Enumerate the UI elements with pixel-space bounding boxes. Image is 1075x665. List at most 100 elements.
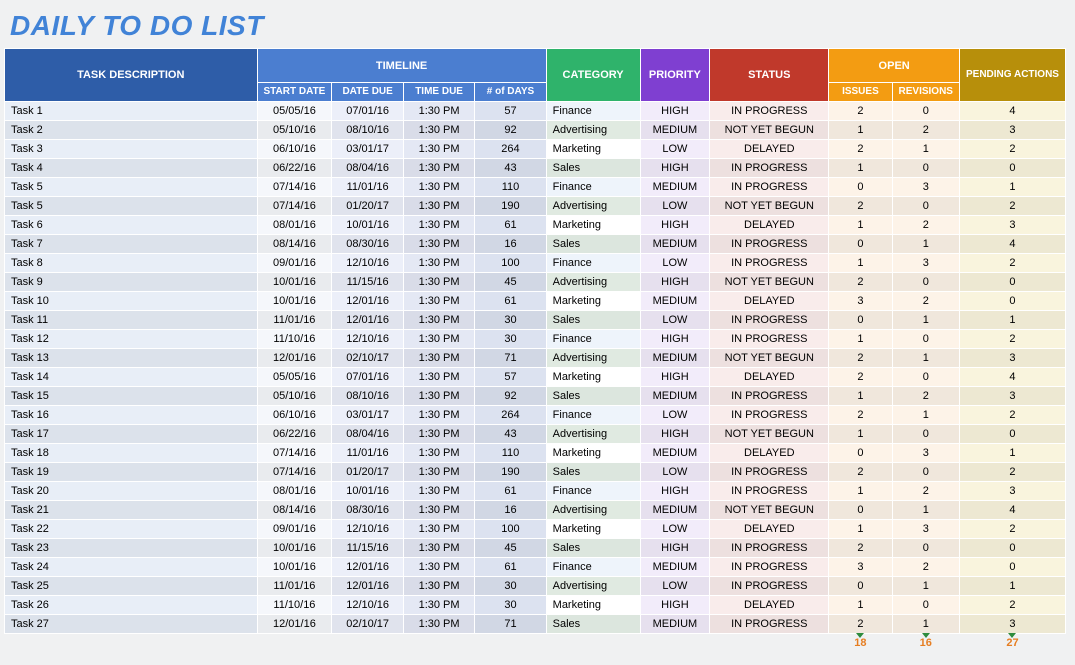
cell-pending[interactable]: 0 (959, 159, 1065, 178)
cell-priority[interactable]: MEDIUM (640, 387, 710, 406)
cell-description[interactable]: Task 14 (5, 368, 258, 387)
cell-category[interactable]: Marketing (546, 140, 640, 159)
cell-priority[interactable]: MEDIUM (640, 615, 710, 634)
cell-priority[interactable]: MEDIUM (640, 501, 710, 520)
col-header-num-days[interactable]: # of DAYS (475, 83, 546, 102)
cell-pending[interactable]: 0 (959, 558, 1065, 577)
cell-issues[interactable]: 0 (829, 577, 892, 596)
cell-revisions[interactable]: 0 (892, 425, 959, 444)
cell-status[interactable]: NOT YET BEGUN (710, 349, 829, 368)
cell-category[interactable]: Marketing (546, 292, 640, 311)
cell-num-days[interactable]: 100 (475, 254, 546, 273)
col-header-issues[interactable]: ISSUES (829, 83, 892, 102)
cell-num-days[interactable]: 92 (475, 387, 546, 406)
cell-time-due[interactable]: 1:30 PM (403, 425, 474, 444)
cell-date-due[interactable]: 08/10/16 (332, 387, 404, 406)
cell-pending[interactable]: 3 (959, 387, 1065, 406)
cell-start-date[interactable]: 07/14/16 (257, 197, 332, 216)
cell-category[interactable]: Marketing (546, 368, 640, 387)
cell-category[interactable]: Advertising (546, 577, 640, 596)
cell-issues[interactable]: 2 (829, 273, 892, 292)
cell-time-due[interactable]: 1:30 PM (403, 292, 474, 311)
cell-num-days[interactable]: 92 (475, 121, 546, 140)
cell-category[interactable]: Sales (546, 463, 640, 482)
cell-date-due[interactable]: 07/01/16 (332, 102, 404, 121)
cell-category[interactable]: Advertising (546, 349, 640, 368)
cell-start-date[interactable]: 11/10/16 (257, 596, 332, 615)
cell-pending[interactable]: 0 (959, 539, 1065, 558)
table-row[interactable]: Task 205/10/1608/10/161:30 PM92Advertisi… (5, 121, 1066, 140)
cell-revisions[interactable]: 1 (892, 501, 959, 520)
cell-issues[interactable]: 2 (829, 102, 892, 121)
cell-priority[interactable]: HIGH (640, 425, 710, 444)
cell-pending[interactable]: 1 (959, 311, 1065, 330)
cell-category[interactable]: Finance (546, 330, 640, 349)
cell-pending[interactable]: 0 (959, 273, 1065, 292)
cell-pending[interactable]: 3 (959, 121, 1065, 140)
cell-description[interactable]: Task 10 (5, 292, 258, 311)
cell-num-days[interactable]: 71 (475, 615, 546, 634)
cell-category[interactable]: Advertising (546, 273, 640, 292)
cell-time-due[interactable]: 1:30 PM (403, 482, 474, 501)
cell-issues[interactable]: 1 (829, 596, 892, 615)
cell-description[interactable]: Task 23 (5, 539, 258, 558)
cell-issues[interactable]: 0 (829, 444, 892, 463)
cell-time-due[interactable]: 1:30 PM (403, 216, 474, 235)
cell-revisions[interactable]: 3 (892, 254, 959, 273)
cell-pending[interactable]: 3 (959, 482, 1065, 501)
cell-date-due[interactable]: 01/20/17 (332, 463, 404, 482)
cell-status[interactable]: NOT YET BEGUN (710, 197, 829, 216)
cell-status[interactable]: DELAYED (710, 216, 829, 235)
cell-num-days[interactable]: 110 (475, 444, 546, 463)
cell-start-date[interactable]: 05/10/16 (257, 387, 332, 406)
cell-pending[interactable]: 2 (959, 140, 1065, 159)
cell-category[interactable]: Finance (546, 558, 640, 577)
cell-priority[interactable]: HIGH (640, 330, 710, 349)
cell-revisions[interactable]: 0 (892, 102, 959, 121)
cell-start-date[interactable]: 06/10/16 (257, 140, 332, 159)
cell-pending[interactable]: 3 (959, 349, 1065, 368)
cell-start-date[interactable]: 10/01/16 (257, 539, 332, 558)
cell-date-due[interactable]: 11/15/16 (332, 539, 404, 558)
cell-issues[interactable]: 2 (829, 349, 892, 368)
table-row[interactable]: Task 1010/01/1612/01/161:30 PM61Marketin… (5, 292, 1066, 311)
cell-priority[interactable]: MEDIUM (640, 292, 710, 311)
cell-num-days[interactable]: 264 (475, 406, 546, 425)
cell-revisions[interactable]: 1 (892, 140, 959, 159)
cell-status[interactable]: IN PROGRESS (710, 387, 829, 406)
cell-revisions[interactable]: 2 (892, 482, 959, 501)
cell-category[interactable]: Finance (546, 254, 640, 273)
cell-status[interactable]: NOT YET BEGUN (710, 273, 829, 292)
cell-time-due[interactable]: 1:30 PM (403, 178, 474, 197)
cell-description[interactable]: Task 15 (5, 387, 258, 406)
cell-start-date[interactable]: 08/01/16 (257, 482, 332, 501)
table-row[interactable]: Task 910/01/1611/15/161:30 PM45Advertisi… (5, 273, 1066, 292)
cell-status[interactable]: IN PROGRESS (710, 482, 829, 501)
table-row[interactable]: Task 809/01/1612/10/161:30 PM100FinanceL… (5, 254, 1066, 273)
cell-num-days[interactable]: 110 (475, 178, 546, 197)
cell-num-days[interactable]: 30 (475, 330, 546, 349)
cell-status[interactable]: DELAYED (710, 292, 829, 311)
cell-issues[interactable]: 0 (829, 311, 892, 330)
cell-issues[interactable]: 0 (829, 235, 892, 254)
cell-num-days[interactable]: 45 (475, 539, 546, 558)
cell-priority[interactable]: HIGH (640, 273, 710, 292)
cell-description[interactable]: Task 9 (5, 273, 258, 292)
table-row[interactable]: Task 1706/22/1608/04/161:30 PM43Advertis… (5, 425, 1066, 444)
cell-start-date[interactable]: 08/01/16 (257, 216, 332, 235)
cell-issues[interactable]: 0 (829, 501, 892, 520)
cell-pending[interactable]: 3 (959, 216, 1065, 235)
cell-start-date[interactable]: 05/05/16 (257, 368, 332, 387)
cell-issues[interactable]: 3 (829, 292, 892, 311)
cell-priority[interactable]: HIGH (640, 482, 710, 501)
cell-description[interactable]: Task 25 (5, 577, 258, 596)
cell-description[interactable]: Task 2 (5, 121, 258, 140)
col-header-category[interactable]: CATEGORY (546, 49, 640, 102)
cell-date-due[interactable]: 03/01/17 (332, 140, 404, 159)
table-row[interactable]: Task 507/14/1601/20/171:30 PM190Advertis… (5, 197, 1066, 216)
cell-start-date[interactable]: 06/10/16 (257, 406, 332, 425)
cell-revisions[interactable]: 2 (892, 558, 959, 577)
cell-date-due[interactable]: 10/01/16 (332, 482, 404, 501)
cell-num-days[interactable]: 16 (475, 235, 546, 254)
cell-date-due[interactable]: 08/04/16 (332, 425, 404, 444)
